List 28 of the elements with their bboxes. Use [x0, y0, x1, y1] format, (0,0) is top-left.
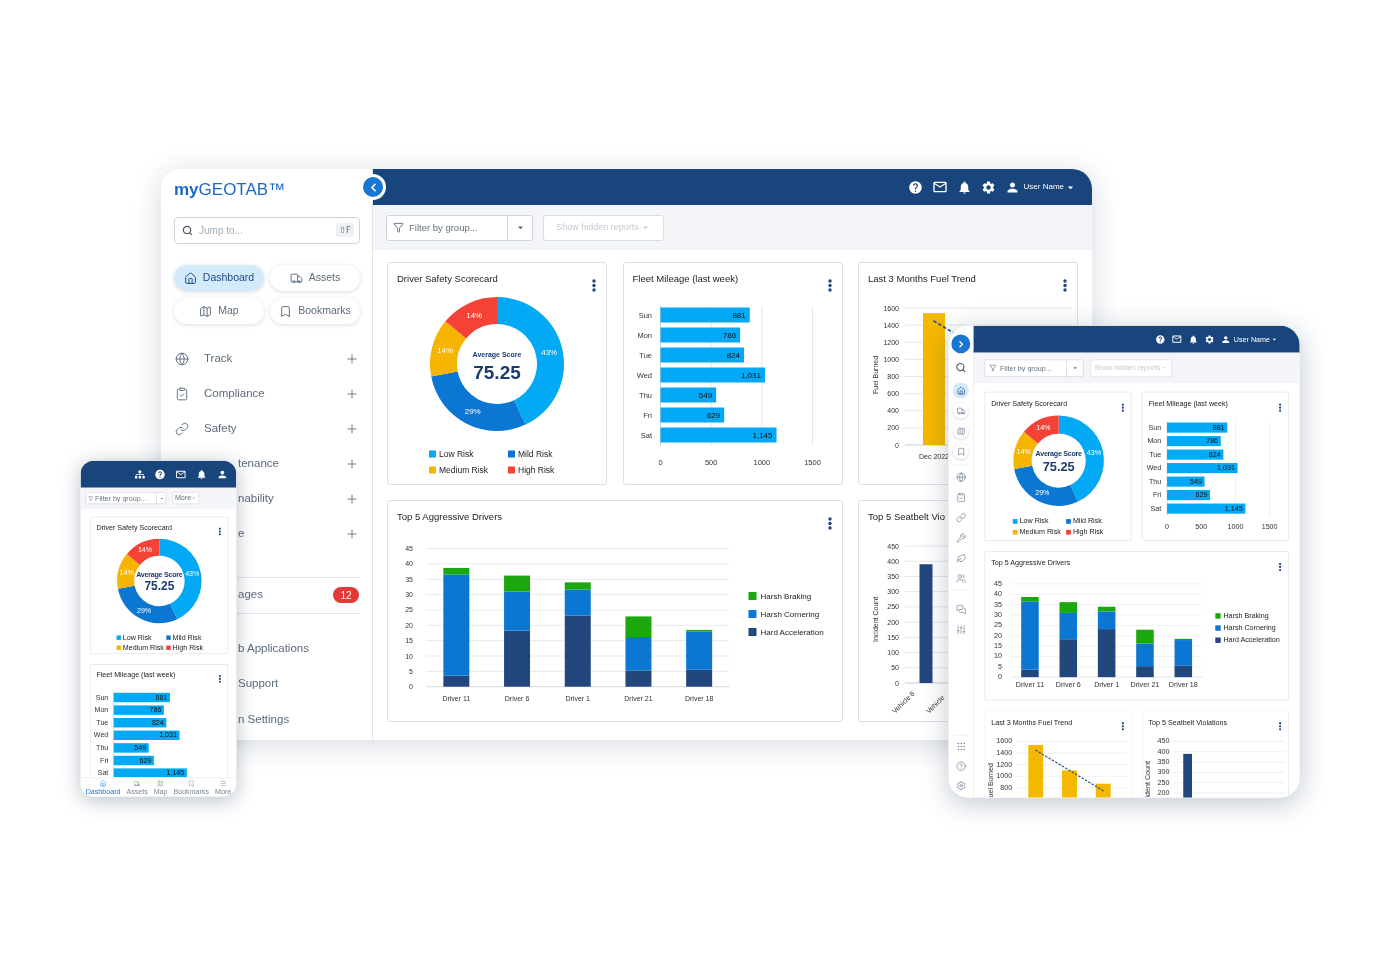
legend-label: Harsh Braking	[760, 591, 812, 601]
logo: myGEOTAB™	[174, 180, 286, 200]
average-score: 75.25	[1042, 458, 1075, 474]
legend-label: Medium Risk	[439, 465, 489, 475]
legend-label: Hard Acceleration	[760, 627, 824, 637]
card-title: Last 3 Months Fuel Trend	[868, 273, 976, 285]
legend-label: Low Risk	[439, 449, 474, 459]
value-label: 881	[731, 310, 746, 320]
legend-label: Mild Risk	[518, 449, 553, 459]
legend-label: Harsh Cornering	[760, 609, 820, 619]
average-score: 75.25	[473, 361, 521, 383]
value-label: 786	[722, 330, 736, 340]
value-label: 629	[706, 410, 720, 420]
slice-label: 29%	[464, 407, 481, 417]
card-title: Top 5 Seatbelt Vio	[868, 511, 945, 523]
value-label: 1,145	[752, 430, 773, 440]
value-label: 549	[698, 390, 712, 400]
unread-count: 12	[333, 587, 359, 603]
slice-label: 14%	[437, 346, 454, 356]
slice-label: 43%	[541, 347, 558, 357]
slice-label: 14%	[466, 311, 483, 321]
card-title: Top 5 Aggressive Drivers	[397, 511, 503, 523]
card-title: Fleet Mileage (last week)	[632, 273, 739, 285]
value-label: 824	[726, 350, 740, 360]
card-title: Driver Safety Scorecard	[397, 273, 498, 285]
legend-label: High Risk	[518, 465, 555, 475]
average-score: 75.25	[144, 578, 175, 593]
value-label: 1,031	[740, 370, 761, 380]
